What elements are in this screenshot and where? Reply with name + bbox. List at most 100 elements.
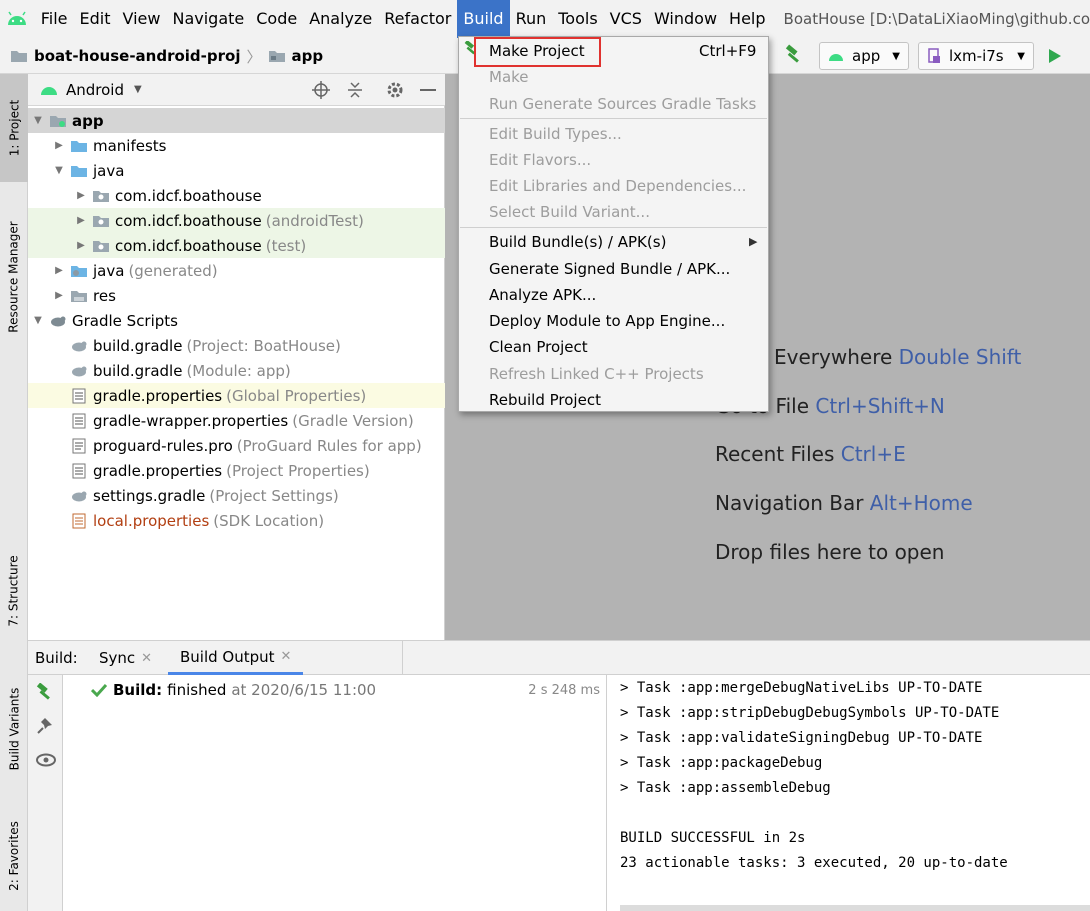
tree-item-hint: (Global Properties) <box>226 386 367 405</box>
menu-refactor[interactable]: Refactor <box>378 0 457 38</box>
menu-tools[interactable]: Tools <box>552 0 603 38</box>
menu-build[interactable]: Build <box>457 0 510 38</box>
tab-favorites[interactable]: 2: Favorites <box>0 802 28 910</box>
device-dropdown[interactable]: lxm-i7s ▼ <box>918 42 1034 70</box>
pin-icon[interactable] <box>36 717 54 735</box>
text-file-icon <box>70 438 88 454</box>
chevron-right-icon[interactable]: ▶ <box>74 190 88 201</box>
tree-item-label: java <box>93 261 125 280</box>
tree-item-java-generated[interactable]: ▶ java (generated) <box>28 258 445 283</box>
tree-item-build-gradle-module[interactable]: build.gradle (Module: app) <box>28 358 445 383</box>
breadcrumb: boat-house-android-proj 〉 app <box>10 38 323 74</box>
menu-item-analyze-apk[interactable]: Analyze APK... <box>489 282 596 308</box>
menu-item-edit-libraries[interactable]: Edit Libraries and Dependencies... <box>489 173 746 199</box>
view-selector[interactable]: Android <box>66 81 124 99</box>
chevron-right-icon[interactable]: ▶ <box>52 140 66 151</box>
menu-item-rebuild-project[interactable]: Rebuild Project <box>489 387 601 413</box>
tree-item-gradle-wrapper-properties[interactable]: gradle-wrapper.properties (Gradle Versio… <box>28 408 445 433</box>
menu-item-select-build-variant[interactable]: Select Build Variant... <box>489 199 650 225</box>
horizontal-scrollbar[interactable] <box>620 905 1090 911</box>
tab-build-variants[interactable]: Build Variants <box>0 664 28 794</box>
menu-item-deploy-module[interactable]: Deploy Module to App Engine... <box>489 308 725 334</box>
hammer-icon[interactable] <box>35 683 55 703</box>
chevron-right-icon[interactable]: ▶ <box>74 240 88 251</box>
build-dropdown-menu: Make Project Ctrl+F9 Make Run Generate S… <box>458 36 769 412</box>
tip-drop-files: Drop files here to open <box>715 540 945 564</box>
tab-build-output[interactable]: Build Output ✕ <box>168 641 304 675</box>
build-status-row[interactable]: Build: finished at 2020/6/15 11:00 2 s 2… <box>63 677 607 703</box>
tree-item-gradle-properties-project[interactable]: gradle.properties (Project Properties) <box>28 458 445 483</box>
close-icon[interactable]: ✕ <box>141 651 152 666</box>
menu-item-edit-flavors[interactable]: Edit Flavors... <box>489 147 591 173</box>
properties-file-icon <box>70 388 88 404</box>
menu-vcs[interactable]: VCS <box>604 0 648 38</box>
hide-panel-icon[interactable] <box>420 89 436 91</box>
gear-icon[interactable] <box>386 81 404 99</box>
tab-project[interactable]: 1: Project <box>0 74 28 182</box>
tree-item-label: local.properties <box>93 511 210 530</box>
menu-item-build-bundle[interactable]: Build Bundle(s) / APK(s) <box>489 229 666 255</box>
tree-item-java[interactable]: ▼ java <box>28 158 445 183</box>
chevron-right-icon[interactable]: ▶ <box>52 290 66 301</box>
menu-run[interactable]: Run <box>510 0 553 38</box>
tree-item-label: app <box>72 111 104 130</box>
close-icon[interactable]: ✕ <box>281 649 292 664</box>
tab-sync[interactable]: Sync ✕ <box>99 641 152 675</box>
tree-item-hint: (Project Properties) <box>226 461 370 480</box>
tree-item-manifests[interactable]: ▶ manifests <box>28 133 445 158</box>
tree-item-label: res <box>93 286 116 305</box>
chevron-down-icon[interactable]: ▼ <box>52 165 66 176</box>
menu-item-clean-project[interactable]: Clean Project <box>489 334 588 360</box>
menu-help[interactable]: Help <box>723 0 771 38</box>
tree-item-res[interactable]: ▶ res <box>28 283 445 308</box>
chevron-down-icon[interactable]: ▼ <box>31 115 45 126</box>
menu-item-edit-build-types[interactable]: Edit Build Types... <box>489 121 622 147</box>
generated-folder-icon <box>70 263 88 279</box>
tree-item-package[interactable]: ▶ com.idcf.boathouse <box>28 183 445 208</box>
tree-item-proguard-rules[interactable]: proguard-rules.pro (ProGuard Rules for a… <box>28 433 445 458</box>
breadcrumb-project[interactable]: boat-house-android-proj <box>34 47 240 65</box>
console-line: > Task :app:assembleDebug <box>620 780 831 796</box>
menu-item-run-generate-sources[interactable]: Run Generate Sources Gradle Tasks <box>489 91 756 117</box>
tree-item-package-android-test[interactable]: ▶ com.idcf.boathouse (androidTest) <box>28 208 445 233</box>
menu-window[interactable]: Window <box>648 0 723 38</box>
menu-file[interactable]: File <box>35 0 74 38</box>
collapse-all-icon[interactable] <box>346 81 364 99</box>
chevron-down-icon[interactable]: ▼ <box>31 315 45 326</box>
menu-item-make-project[interactable]: Make Project <box>489 38 585 64</box>
project-panel: Android ▼ ▼ app ▶ manifests ▼ java ▶ com… <box>28 74 445 640</box>
tip-shortcut: Ctrl+Shift+N <box>815 394 945 418</box>
chevron-down-icon[interactable]: ▼ <box>134 84 142 95</box>
build-console-output[interactable]: > Task :app:mergeDebugNativeLibs UP-TO-D… <box>607 675 1090 911</box>
tip-shortcut: Ctrl+E <box>840 442 906 466</box>
menu-item-make[interactable]: Make <box>489 64 529 90</box>
tree-item-app[interactable]: ▼ app <box>28 108 445 133</box>
locate-target-icon[interactable] <box>312 81 330 99</box>
tree-item-settings-gradle[interactable]: settings.gradle (Project Settings) <box>28 483 445 508</box>
menu-item-refresh-linked[interactable]: Refresh Linked C++ Projects <box>489 361 704 387</box>
tree-item-build-gradle-project[interactable]: build.gradle (Project: BoatHouse) <box>28 333 445 358</box>
run-config-dropdown[interactable]: app ▼ <box>819 42 909 70</box>
tree-item-local-properties[interactable]: local.properties (SDK Location) <box>28 508 445 533</box>
console-line: 23 actionable tasks: 3 executed, 20 up-t… <box>620 855 1008 871</box>
menu-analyze[interactable]: Analyze <box>303 0 378 38</box>
menu-edit[interactable]: Edit <box>74 0 117 38</box>
tip-recent-files: Recent Files Ctrl+E <box>715 442 906 466</box>
tab-structure[interactable]: 7: Structure <box>0 536 28 646</box>
menu-navigate[interactable]: Navigate <box>166 0 250 38</box>
breadcrumb-module[interactable]: app <box>292 47 324 65</box>
tree-item-package-test[interactable]: ▶ com.idcf.boathouse (test) <box>28 233 445 258</box>
tab-build-output-label: Build Output <box>180 647 275 666</box>
make-hammer-icon[interactable] <box>783 44 805 66</box>
tree-item-gradle-properties-global[interactable]: gradle.properties (Global Properties) <box>28 383 445 408</box>
menu-code[interactable]: Code <box>250 0 303 38</box>
eye-icon[interactable] <box>36 753 56 767</box>
chevron-right-icon[interactable]: ▶ <box>52 265 66 276</box>
tab-resource-manager[interactable]: Resource Manager <box>0 202 28 352</box>
menu-view[interactable]: View <box>117 0 167 38</box>
menu-item-generate-signed[interactable]: Generate Signed Bundle / APK... <box>489 256 730 282</box>
run-icon[interactable] <box>1048 48 1062 64</box>
tree-item-gradle-scripts[interactable]: ▼ Gradle Scripts <box>28 308 445 333</box>
chevron-right-icon[interactable]: ▶ <box>74 215 88 226</box>
build-duration: 2 s 248 ms <box>528 682 600 698</box>
